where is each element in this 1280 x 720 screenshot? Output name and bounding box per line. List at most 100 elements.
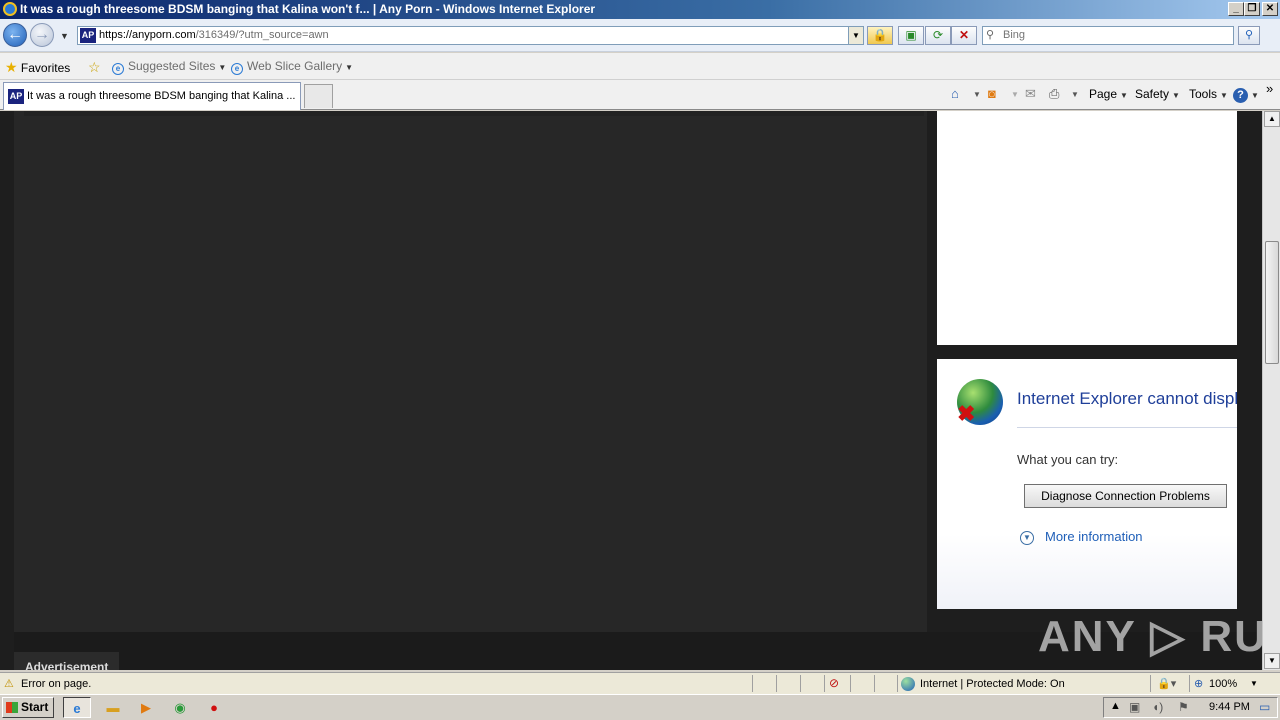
favorites-button[interactable]: ★ Favorites — [5, 59, 70, 76]
lock-icon: 🔒 — [872, 28, 888, 42]
feeds-dropdown[interactable]: ▼ — [1011, 90, 1019, 99]
print-dropdown[interactable]: ▼ — [1071, 90, 1079, 99]
url-host: https://anyporn.com — [99, 29, 196, 41]
start-label: Start — [21, 700, 49, 714]
home-dropdown[interactable]: ▼ — [973, 90, 981, 99]
suggested-sites-label: Suggested Sites — [128, 59, 216, 73]
status-message[interactable]: Error on page. — [21, 678, 91, 690]
safety-menu[interactable]: Safety ▼ — [1135, 87, 1180, 101]
scrollbar-thumb[interactable] — [1265, 241, 1279, 364]
search-button[interactable]: ⚲ — [1238, 26, 1260, 45]
taskbar-media-player[interactable]: ▶ — [132, 697, 160, 718]
favorites-bar: ★ Favorites ☆ e Suggested Sites ▼ e Web Sli… — [0, 53, 1280, 80]
scroll-down-arrow[interactable]: ▼ — [1264, 653, 1280, 669]
home-icon[interactable]: ⌂ — [951, 86, 959, 101]
ie-logo-icon — [3, 2, 17, 16]
advertisement-label: Advertisement — [14, 652, 119, 670]
folder-icon: ▬ — [106, 700, 120, 715]
site-favicon-icon: AP — [80, 28, 96, 43]
vertical-scrollbar[interactable]: ▲ ▼ — [1262, 111, 1280, 670]
ad-frame-top — [937, 111, 1237, 345]
window-title: It was a rough threesome BDSM banging th… — [20, 2, 596, 16]
favorites-label: Favorites — [20, 61, 71, 75]
tools-menu[interactable]: Tools ▼ — [1189, 87, 1228, 101]
address-dropdown-button[interactable]: ▼ — [848, 27, 863, 44]
zoom-icon: ⊕ — [1194, 678, 1204, 690]
web-slice-gallery-label: Web Slice Gallery — [247, 59, 343, 73]
window-title-bar: It was a rough threesome BDSM banging th… — [0, 0, 1280, 19]
chrome-icon: ◉ — [174, 700, 186, 715]
start-button[interactable]: Start — [2, 697, 54, 718]
minimize-button[interactable]: _ — [1228, 2, 1244, 16]
taskbar-chrome[interactable]: ◉ — [166, 697, 194, 718]
stop-button[interactable]: ✕ — [951, 26, 977, 45]
video-top-strip — [24, 111, 924, 116]
network-icon[interactable]: ▣ — [1129, 700, 1140, 714]
tab-title: It was a rough threesome BDSM banging th… — [27, 90, 296, 102]
forward-button[interactable]: → — [30, 23, 54, 47]
chevron-down-icon: ▼ — [1220, 91, 1228, 100]
popup-blocker-icon[interactable]: ⊘ — [829, 676, 839, 690]
error-divider — [1017, 427, 1237, 428]
address-bar[interactable]: AP https://anyporn.com/316349/?utm_sourc… — [77, 26, 864, 45]
favorites-item-web-slice-gallery[interactable]: e Web Slice Gallery ▼ — [231, 59, 353, 75]
chevron-down-icon: ▼ — [345, 63, 354, 72]
taskbar-clock[interactable]: 9:44 PM — [1209, 701, 1250, 713]
add-to-favorites-bar-button[interactable]: ☆ — [88, 59, 101, 76]
ad-frame-error: ✖ Internet Explorer cannot display the w… — [937, 359, 1237, 609]
refresh-button[interactable]: ⟳ — [925, 26, 951, 45]
zoom-level[interactable]: 100% — [1209, 678, 1237, 690]
print-icon[interactable]: ⎙ — [1049, 86, 1059, 102]
stop-icon: ✕ — [958, 28, 970, 42]
security-report-button[interactable]: 🔒 — [867, 26, 893, 45]
more-commands-button[interactable]: » — [1266, 81, 1273, 96]
show-desktop-icon[interactable]: ▭ — [1259, 700, 1270, 714]
maximize-button[interactable]: ❐ — [1244, 2, 1260, 16]
ie-page-icon: e — [231, 63, 243, 75]
status-divider — [776, 675, 777, 692]
taskbar-internet-explorer[interactable]: e — [63, 697, 91, 718]
close-window-button[interactable]: ✕ — [1262, 2, 1278, 16]
safety-menu-label: Safety — [1135, 87, 1170, 101]
more-information-link[interactable]: More information — [1045, 529, 1143, 544]
internet-zone-icon — [901, 677, 915, 691]
compatibility-view-button[interactable]: ▣ — [898, 26, 924, 45]
search-box[interactable]: ⚲ — [982, 26, 1234, 45]
video-player-area[interactable] — [14, 111, 927, 632]
security-zone-text[interactable]: Internet | Protected Mode: On — [920, 678, 1065, 690]
volume-icon[interactable]: ◖) — [1152, 700, 1163, 714]
error-title: Internet Explorer cannot display the web… — [1017, 389, 1237, 408]
zoom-dropdown[interactable]: ▼ — [1250, 679, 1258, 688]
address-url[interactable]: https://anyporn.com/316349/?utm_source=a… — [99, 29, 329, 41]
media-player-icon: ▶ — [141, 700, 151, 715]
search-provider-icon: ⚲ — [986, 29, 995, 41]
forward-arrow-icon: → — [34, 26, 50, 43]
tab-active[interactable]: AP It was a rough threesome BDSM banging… — [3, 82, 301, 110]
page-menu[interactable]: Page ▼ — [1089, 87, 1128, 101]
help-icon: ? — [1233, 88, 1248, 103]
feeds-icon[interactable]: ◙ — [988, 86, 996, 101]
search-icon: ⚲ — [1244, 29, 1254, 41]
protected-mode-icon[interactable]: 🔒▾ — [1157, 677, 1176, 690]
status-divider — [874, 675, 875, 692]
recent-pages-dropdown[interactable]: ▼ — [60, 31, 69, 41]
action-center-flag-icon[interactable]: ⚑ — [1178, 700, 1189, 714]
taskbar-opera[interactable]: ● — [200, 697, 228, 718]
chevron-down-icon: ▼ — [1251, 91, 1259, 100]
expand-chevron-icon[interactable]: ▼ — [1020, 531, 1034, 545]
scroll-up-arrow[interactable]: ▲ — [1264, 111, 1280, 127]
search-input[interactable] — [1003, 29, 1228, 41]
help-menu[interactable]: ? ▼ — [1233, 87, 1259, 103]
show-hidden-icons-chevron[interactable]: ▲ — [1110, 700, 1121, 712]
taskbar-explorer[interactable]: ▬ — [99, 697, 127, 718]
status-divider — [800, 675, 801, 692]
back-button[interactable]: ← — [3, 23, 27, 47]
diagnose-connection-button[interactable]: Diagnose Connection Problems — [1024, 484, 1227, 508]
favorites-item-suggested-sites[interactable]: e Suggested Sites ▼ — [112, 59, 226, 75]
add-favorite-icon: ☆ — [88, 59, 101, 75]
favorites-star-icon: ★ — [5, 59, 18, 75]
warning-icon[interactable]: ⚠ — [4, 677, 14, 690]
read-mail-icon[interactable]: ✉ — [1025, 86, 1036, 102]
ie-page-icon: e — [112, 63, 124, 75]
new-tab-button[interactable] — [304, 84, 333, 108]
